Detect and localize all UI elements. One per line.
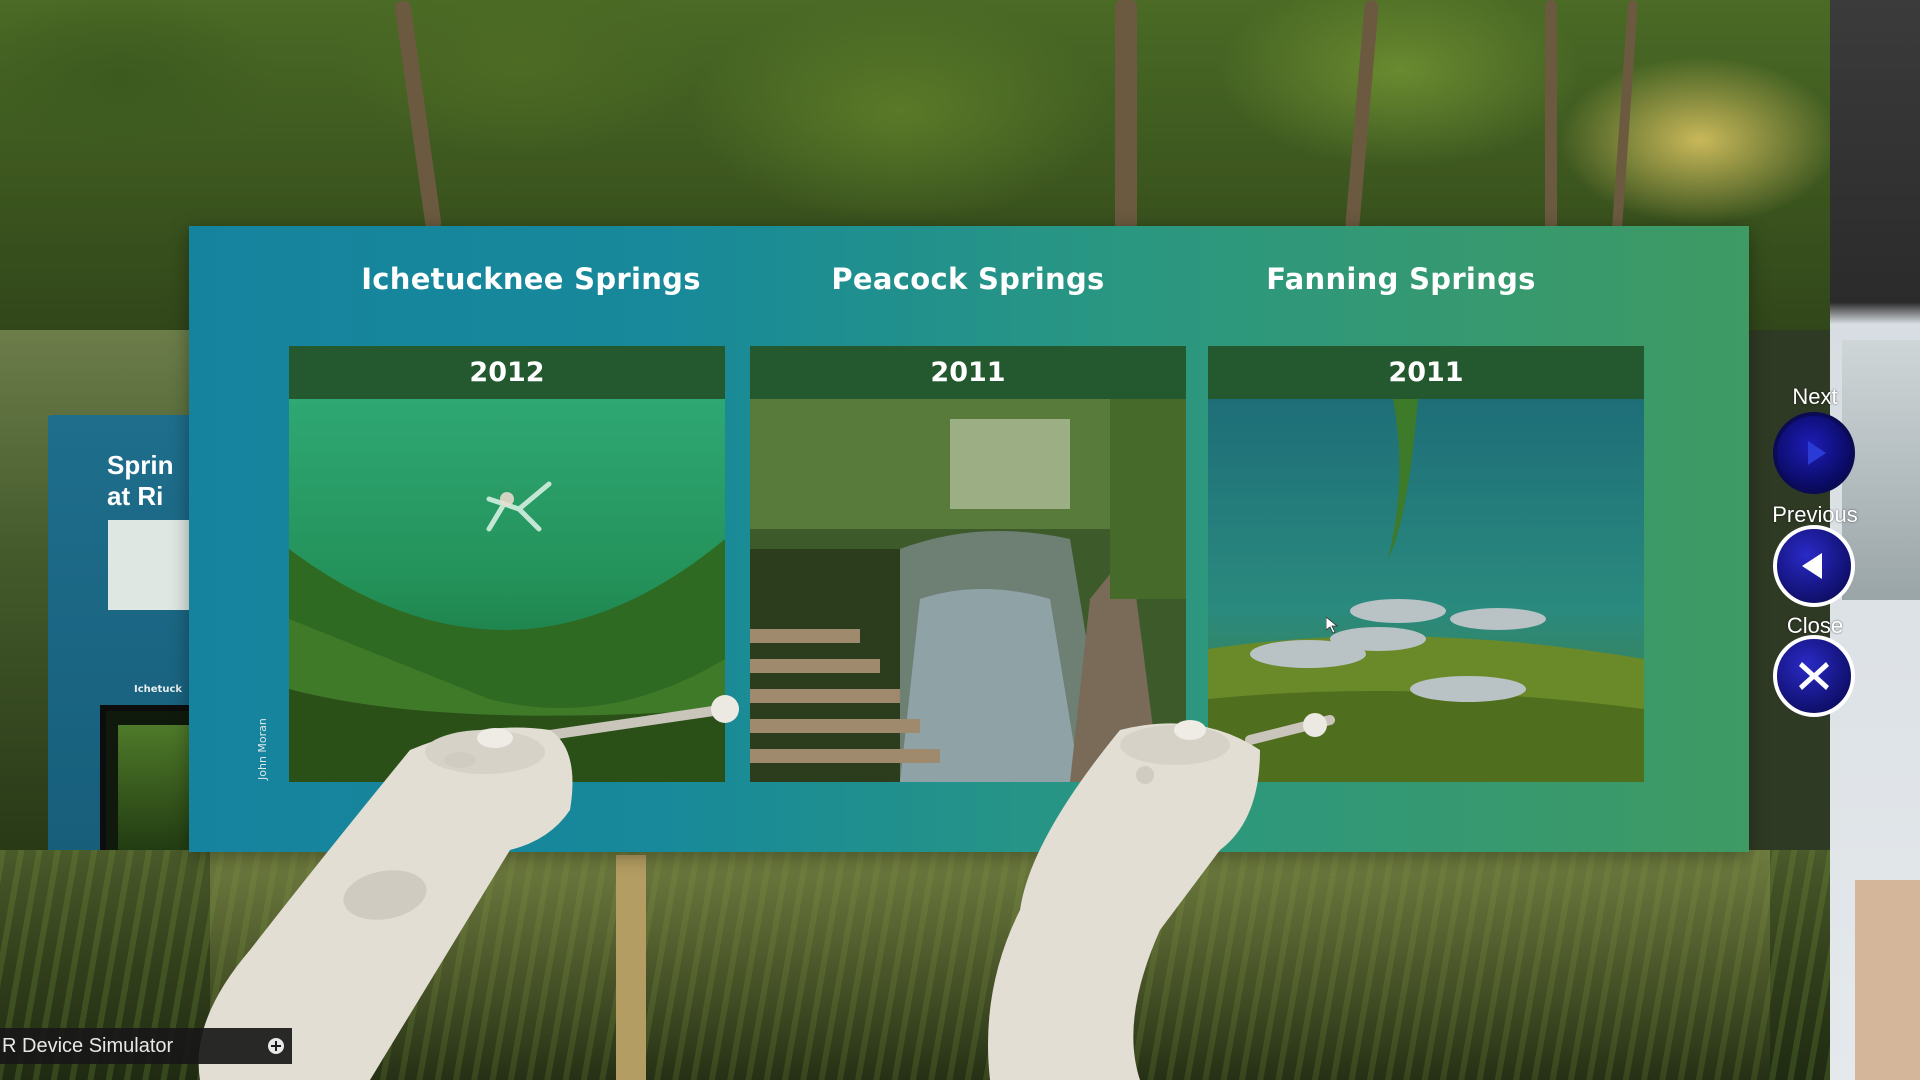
- right-vr-controller: [988, 713, 1335, 1080]
- next-button[interactable]: [1773, 412, 1855, 494]
- card-year: 2011: [750, 346, 1186, 399]
- palm-trunk: [1115, 0, 1137, 230]
- device-simulator-label: R Device Simulator: [2, 1034, 174, 1057]
- play-left-icon: [1802, 553, 1822, 579]
- previous-button[interactable]: [1773, 525, 1855, 607]
- right-room-floor: [1855, 880, 1920, 1080]
- card-year: 2011: [1208, 346, 1644, 399]
- column-title-ichetucknee: Ichetucknee Springs: [361, 262, 701, 296]
- close-button[interactable]: [1773, 635, 1855, 717]
- background-exhibit-title: Sprin at Ri: [107, 450, 174, 511]
- left-vr-controller: [198, 695, 739, 1080]
- column-title-peacock: Peacock Springs: [831, 262, 1105, 296]
- play-right-icon: [1808, 441, 1826, 465]
- device-simulator-bar[interactable]: R Device Simulator: [0, 1028, 292, 1064]
- card-year: 2012: [289, 346, 725, 399]
- column-title-fanning: Fanning Springs: [1266, 262, 1536, 296]
- x-icon: [1799, 662, 1829, 690]
- mouse-cursor-icon: [1326, 617, 1338, 633]
- plus-circle-icon[interactable]: [268, 1038, 284, 1054]
- next-label: Next: [1792, 384, 1838, 409]
- palm-trunk: [1545, 0, 1557, 230]
- background-exhibit-textbox: [108, 520, 198, 610]
